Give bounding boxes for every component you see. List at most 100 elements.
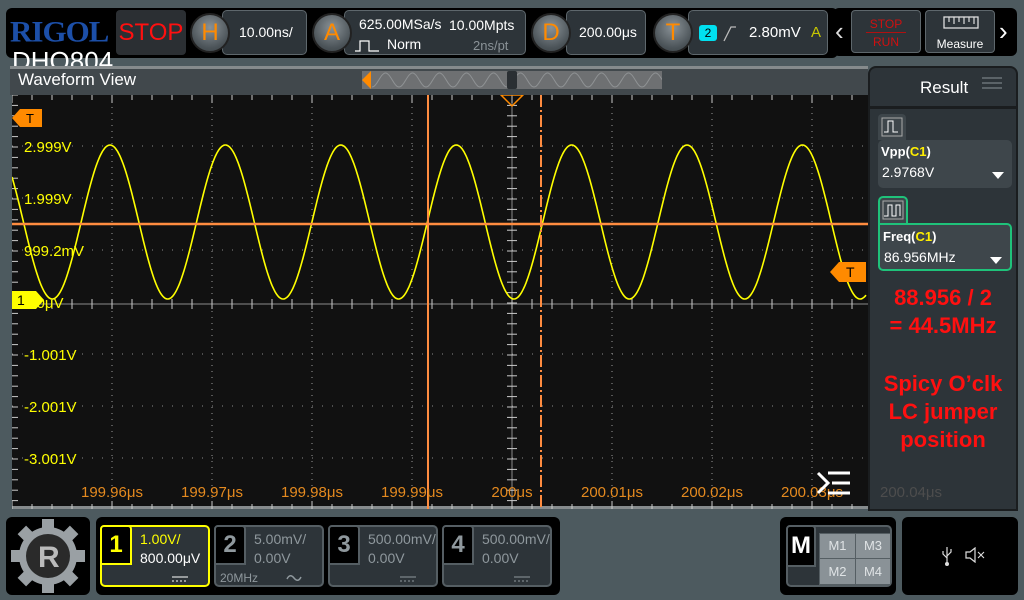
channel-3-panel[interactable]: 3 500.00mV/ 0.00V xyxy=(328,525,438,587)
y-axis-label: -2.001V xyxy=(24,399,77,416)
ch3-scale: 500.00mV/ xyxy=(368,531,436,547)
channel-2-panel[interactable]: 2 5.00mV/ 0.00V 20MHz xyxy=(214,525,324,587)
x-label-overflow: 200.04μs xyxy=(880,484,943,501)
rising-edge-icon xyxy=(723,26,736,42)
freq-value: 86.956MHz xyxy=(884,249,956,265)
x-axis-label: 200μs xyxy=(491,484,532,501)
overview-left-marker xyxy=(362,71,371,89)
y-axis-label: -1.001V xyxy=(24,347,77,364)
y-axis-label: -3.001V xyxy=(24,451,77,468)
channel-4-panel[interactable]: 4 500.00mV/ 0.00V xyxy=(442,525,552,587)
run-state-indicator[interactable]: STOP xyxy=(116,10,186,55)
delay-panel[interactable]: 200.00μs xyxy=(566,10,646,55)
trigger-level-marker[interactable]: T xyxy=(830,262,866,282)
rigol-gear-icon: R xyxy=(11,519,85,593)
y-axis-label: 999.2mV xyxy=(24,243,84,260)
acquire-mode-icon xyxy=(355,40,379,52)
overview-waveform xyxy=(362,71,663,89)
x-axis-label: 199.97μs xyxy=(181,484,243,501)
annotation-line-2: = 44.5MHz xyxy=(889,313,997,338)
waveform-plot: 2.999V1.999V999.2mV0.0μV-1.001V-2.001V-3… xyxy=(11,94,868,509)
status-area xyxy=(902,517,1018,595)
ch2-bandwidth-limit: 20MHz xyxy=(220,571,259,585)
memory-depth: 10.00Mpts xyxy=(449,17,515,33)
mute-icon[interactable] xyxy=(964,547,986,563)
dc-coupling-icon xyxy=(514,576,530,582)
ch1-scale: 1.00V/ xyxy=(140,531,181,547)
dc-coupling-icon xyxy=(400,576,416,582)
channel1-ground-marker[interactable]: 1 xyxy=(12,291,46,309)
ch2-offset: 0.00V xyxy=(254,550,291,566)
freq-icon xyxy=(878,196,908,224)
menu-collapse-icon[interactable] xyxy=(816,469,852,497)
quick-button-bar: ‹ STOP RUN Measure › xyxy=(833,8,1017,56)
trigger-source-badge: 2 xyxy=(699,25,717,41)
trigger-level: 2.80mV xyxy=(749,24,801,41)
channel-bar: 1 1.00V/ 800.00μV 2 5.00mV/ 0.00V 20MHz … xyxy=(96,517,560,595)
measurement-vpp[interactable]: Vpp(C1) 2.9768V xyxy=(878,140,1012,188)
time-resolution: 2ns/pt xyxy=(473,38,509,53)
next-icon[interactable]: › xyxy=(999,18,1008,44)
math-label: M xyxy=(786,525,816,567)
acquire-mode: Norm xyxy=(387,36,422,52)
rigol-logo: RIGOL xyxy=(10,14,109,49)
usb-icon xyxy=(942,547,952,566)
trigger-position-marker[interactable]: T xyxy=(12,109,42,127)
acquire-knob[interactable]: A xyxy=(312,13,352,53)
annotation-line-4: LC jumper xyxy=(888,399,998,424)
measurement-freq[interactable]: Freq(C1) 86.956MHz xyxy=(878,223,1012,271)
channel1-waveform xyxy=(11,144,867,300)
trigger-knob[interactable]: T xyxy=(653,13,693,53)
measure-button[interactable]: Measure xyxy=(925,10,995,53)
math-m3[interactable]: M3 xyxy=(856,534,890,558)
vpp-value: 2.9768V xyxy=(882,164,935,180)
math-bar: M M1 M3 M2 M4 xyxy=(780,517,896,595)
math-m1[interactable]: M1 xyxy=(820,534,855,558)
delay-value: 200.00μs xyxy=(579,24,637,40)
dropdown-icon[interactable] xyxy=(990,257,1002,264)
ruler-icon xyxy=(943,16,979,29)
horizontal-knob[interactable]: H xyxy=(190,13,230,53)
result-menu-icon[interactable] xyxy=(982,76,1002,90)
sample-rate: 625.00MSa/s xyxy=(359,16,442,32)
x-axis-label: 199.99μs xyxy=(381,484,443,501)
memory-overview-bar[interactable] xyxy=(362,71,663,89)
timebase-value: 10.00ns/ xyxy=(239,24,293,40)
home-button[interactable]: R xyxy=(6,517,90,595)
ch4-offset: 0.00V xyxy=(482,550,519,566)
delay-knob[interactable]: D xyxy=(531,13,571,53)
dc-coupling-icon xyxy=(172,576,188,582)
y-axis-label: 1.999V xyxy=(24,191,72,208)
ch4-scale: 500.00mV/ xyxy=(482,531,550,547)
math-panel[interactable]: M M1 M3 M2 M4 xyxy=(786,525,892,587)
svg-text:R: R xyxy=(38,541,60,574)
vpp-icon xyxy=(878,114,906,140)
trigger-sweep-mode: A xyxy=(811,24,822,41)
ac-coupling-icon xyxy=(286,575,302,581)
channel-1-panel[interactable]: 1 1.00V/ 800.00μV xyxy=(100,525,210,587)
overview-window-handle[interactable] xyxy=(507,71,517,89)
result-title: Result xyxy=(920,78,969,97)
acquire-panel[interactable]: 625.00MSa/s 10.00Mpts Norm 2ns/pt xyxy=(344,10,526,55)
ch3-offset: 0.00V xyxy=(368,550,405,566)
x-axis-label: 200.01μs xyxy=(581,484,643,501)
y-axis-label: 2.999V xyxy=(24,139,72,156)
trigger-panel[interactable]: 2 2.80mV A xyxy=(688,10,828,55)
annotation-line-1: 88.956 / 2 xyxy=(894,285,992,310)
svg-text:T: T xyxy=(26,111,34,126)
ch2-scale: 5.00mV/ xyxy=(254,531,307,547)
horizontal-timebase-panel[interactable]: 10.00ns/ xyxy=(222,10,307,55)
annotation-line-3: Spicy O’clk xyxy=(883,371,1003,396)
result-panel: Result Vpp(C1) 2.9768V Freq(C1) 86.956MH… xyxy=(868,66,1018,511)
x-axis-label: 200.02μs xyxy=(681,484,743,501)
svg-text:T: T xyxy=(846,264,855,280)
stop-run-button[interactable]: STOP RUN xyxy=(851,10,921,53)
math-m4[interactable]: M4 xyxy=(856,559,890,584)
waveform-view-title: Waveform View xyxy=(18,70,137,89)
dropdown-icon[interactable] xyxy=(992,172,1004,179)
ch1-offset: 800.00μV xyxy=(140,550,201,566)
math-m2[interactable]: M2 xyxy=(820,559,855,584)
prev-icon[interactable]: ‹ xyxy=(835,18,844,44)
waveform-grid[interactable]: 2.999V 1.999V 999.2mV 0.0μV -1.001V -2.001V -3… xyxy=(11,94,868,509)
svg-text:1: 1 xyxy=(17,292,25,308)
